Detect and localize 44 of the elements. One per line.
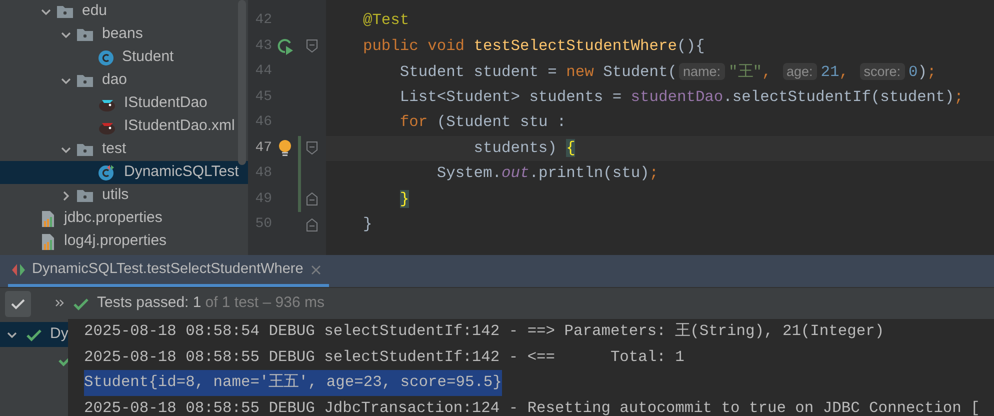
code-line: List<Student> students = studentDao.selectStudentIf(student);: [398, 86, 964, 108]
tree-item[interactable]: jdbc.properties: [0, 207, 248, 230]
fold-marker-icon[interactable]: [306, 39, 318, 54]
show-passed-button[interactable]: [5, 290, 31, 316]
lightbulb-icon[interactable]: [278, 139, 292, 158]
fold-marker-icon[interactable]: [306, 192, 318, 206]
test-tree-item[interactable]: Dy: [0, 322, 68, 347]
check-icon: [11, 298, 25, 310]
code-line: System.out.println(stu);: [436, 163, 660, 184]
code-line: for (Student stu :: [398, 112, 568, 133]
run-test-icon[interactable]: [276, 37, 294, 56]
fold-marker-icon[interactable]: [306, 141, 318, 156]
run-config-icon: [12, 264, 26, 276]
tree-item[interactable]: log4j.properties: [0, 230, 248, 253]
scrollbar[interactable]: [238, 0, 246, 165]
folder-icon: [76, 27, 94, 42]
tree-item[interactable]: beans: [0, 23, 248, 46]
test-status: Tests passed: 1: [97, 293, 202, 314]
console-line: 2025-08-18 08:58:55 DEBUG JdbcTransaction:124 - Resetting autocommit to true on JDBC Connection [: [84, 398, 980, 416]
tree-item[interactable]: edu: [0, 0, 248, 23]
code-line: }: [362, 214, 374, 235]
folder-icon: [56, 4, 74, 19]
console-line: 2025-08-18 08:58:55 DEBUG selectStudentIf:142 - <== Total: 1: [84, 346, 684, 368]
code-line: @Test: [362, 10, 410, 31]
tree-item[interactable]: IStudentDao.xml: [0, 115, 248, 138]
tree-item[interactable]: Student: [0, 46, 248, 69]
tree-item[interactable]: DynamicSQLTest: [0, 161, 248, 184]
fold-marker-icon[interactable]: [306, 218, 318, 232]
folder-icon: [76, 142, 94, 157]
folder-icon: [76, 188, 94, 203]
folder-icon: [76, 73, 94, 88]
code-line: Student student = new Student( name: "王", age: 21, score: 0);: [398, 62, 938, 83]
properties-file-icon: [40, 232, 56, 250]
properties-file-icon: [40, 210, 56, 228]
tree-item[interactable]: test: [0, 138, 248, 161]
console-line: 2025-08-18 08:58:54 DEBUG selectStudentIf:142 - ==> Parameters: 王(String), 21(Integer): [84, 321, 884, 342]
class-icon: [98, 50, 114, 66]
line-number: 47: [254, 138, 272, 158]
tree-item[interactable]: IStudentDao: [0, 92, 248, 115]
tree-item[interactable]: dao: [0, 69, 248, 92]
test-class-icon: [98, 164, 116, 181]
tree-item[interactable]: utils: [0, 184, 248, 207]
code-line: public void testSelectStudentWhere(){: [362, 36, 706, 56]
test-summary: of 1 test – 936 ms: [205, 293, 324, 314]
